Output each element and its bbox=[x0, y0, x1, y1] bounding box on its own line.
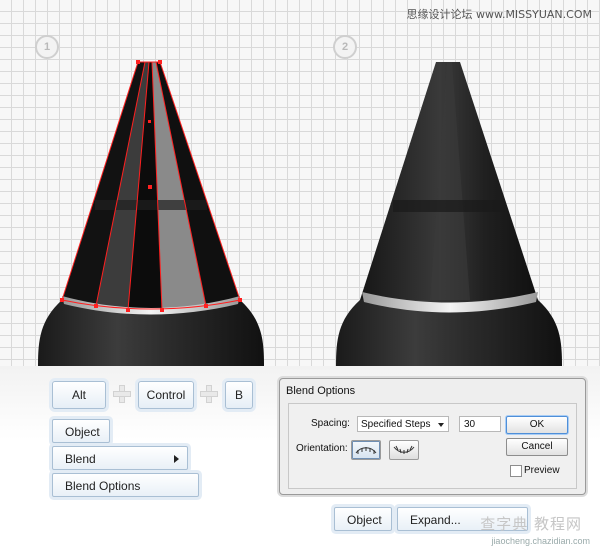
key-control: Control bbox=[138, 381, 194, 409]
submenu-arrow-icon bbox=[174, 455, 179, 463]
align-to-page-button[interactable] bbox=[351, 440, 381, 460]
spacing-select[interactable]: Specified Steps bbox=[357, 416, 449, 432]
preview-checkbox[interactable] bbox=[510, 465, 522, 477]
menu-object-expand[interactable]: Object bbox=[334, 507, 392, 531]
orientation-label: Orientation: bbox=[296, 443, 348, 454]
align-to-path-button[interactable] bbox=[389, 440, 419, 460]
dialog-title: Blend Options bbox=[286, 385, 356, 397]
spacing-label: Spacing: bbox=[311, 418, 350, 429]
align-to-page-icon bbox=[355, 447, 377, 454]
pen-body-1 bbox=[38, 62, 264, 366]
menu-blend-label: Blend bbox=[65, 452, 96, 466]
key-alt: Alt bbox=[52, 381, 106, 409]
menu-object[interactable]: Object bbox=[52, 419, 110, 443]
blend-options-dialog: Blend Options Spacing: Specified Steps 3… bbox=[279, 378, 586, 495]
steps-input[interactable]: 30 bbox=[459, 416, 501, 432]
pen-body-2 bbox=[336, 62, 562, 366]
menu-blend[interactable]: Blend bbox=[52, 446, 188, 470]
plus-icon bbox=[113, 385, 131, 403]
spacing-select-value: Specified Steps bbox=[361, 419, 431, 430]
watermark-url: jiaocheng.chazidian.com bbox=[491, 536, 590, 546]
menu-blend-options[interactable]: Blend Options bbox=[52, 473, 199, 497]
preview-label: Preview bbox=[524, 465, 560, 476]
chevron-down-icon bbox=[438, 423, 444, 427]
pen-illustration-step-1 bbox=[38, 60, 562, 366]
key-b: B bbox=[225, 381, 253, 409]
cancel-button[interactable]: Cancel bbox=[506, 438, 568, 456]
artboard-canvas: 思缘设计论坛 www.MISSYUAN.COM 1 2 bbox=[0, 0, 600, 366]
ok-button[interactable]: OK bbox=[506, 416, 568, 434]
watermark-logo: 查字典 教程网 bbox=[480, 515, 582, 533]
align-to-path-icon bbox=[393, 445, 415, 454]
plus-icon bbox=[200, 385, 218, 403]
